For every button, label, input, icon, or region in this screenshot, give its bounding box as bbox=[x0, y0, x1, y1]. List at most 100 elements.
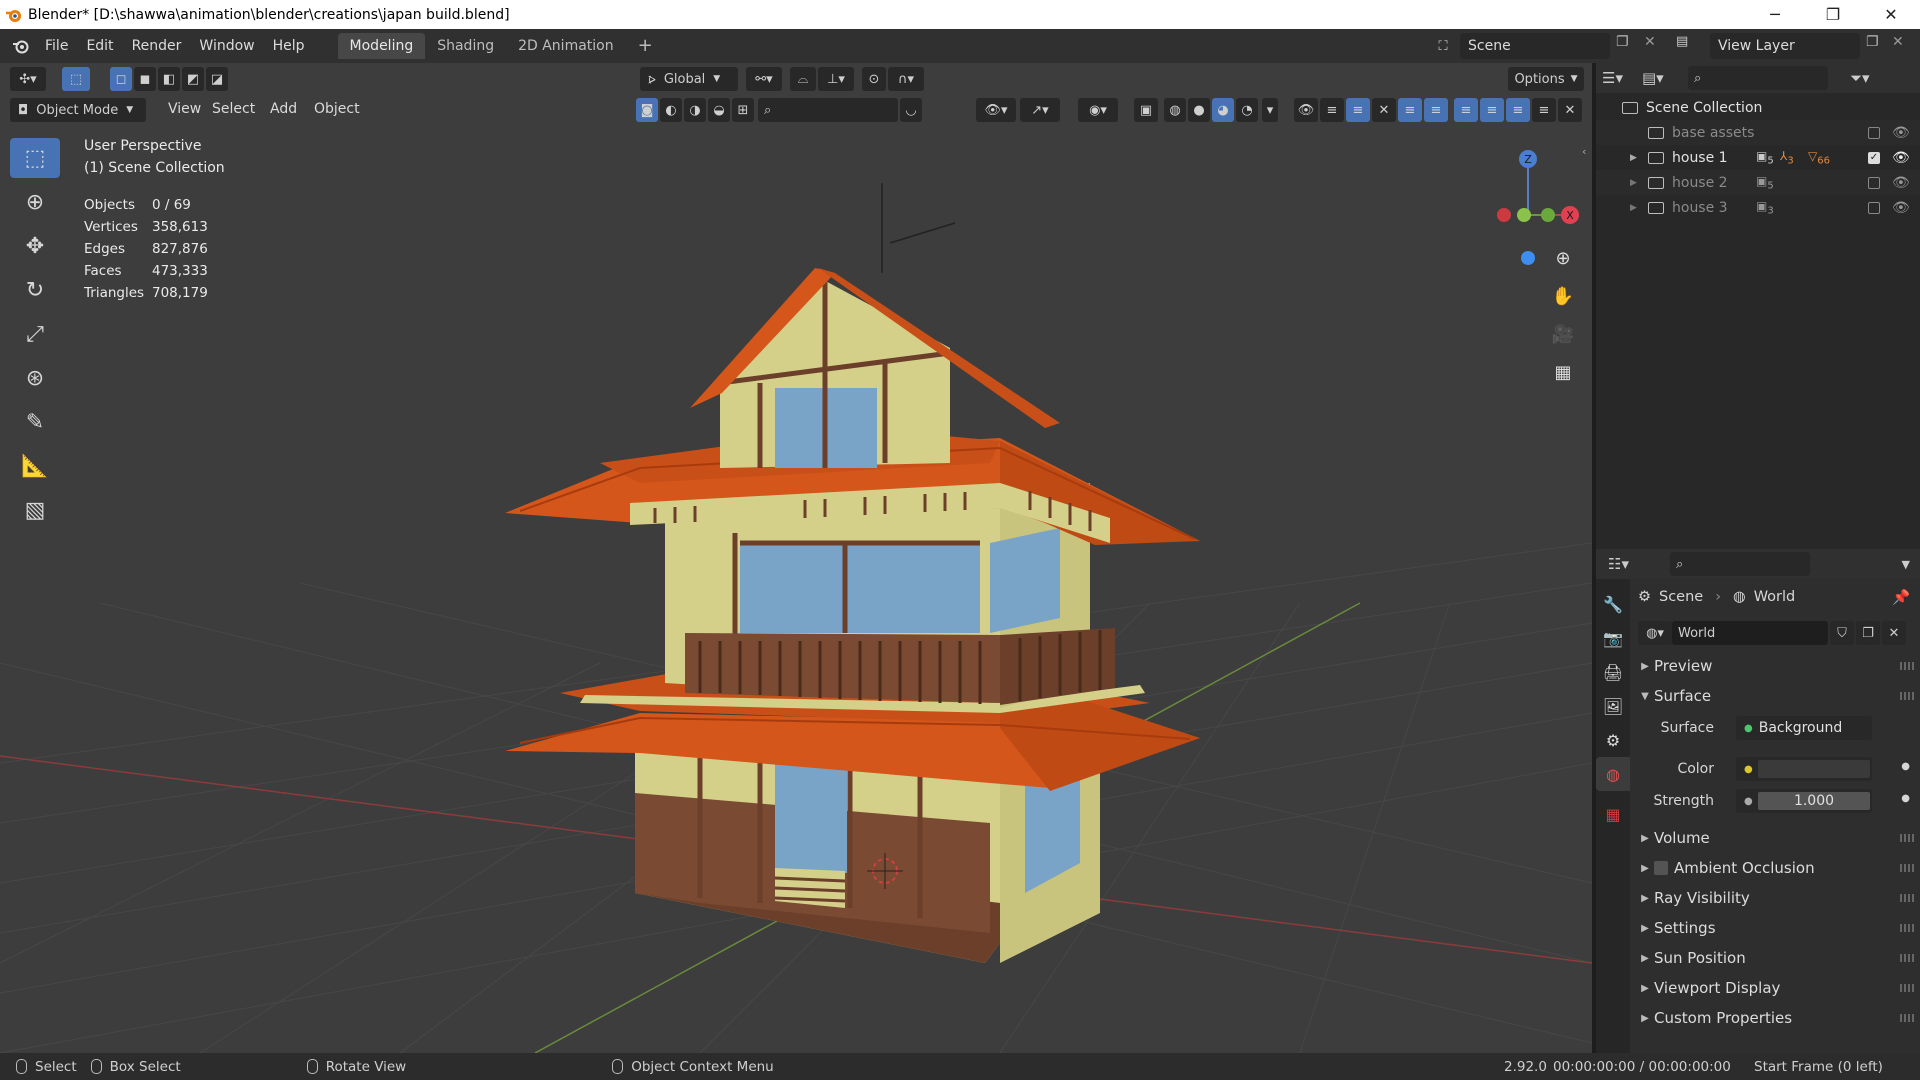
shading-material-icon[interactable]: ◕ bbox=[1212, 98, 1234, 122]
drag-grip-icon[interactable] bbox=[1900, 924, 1914, 932]
outliner-search-input[interactable]: ⌕ bbox=[1688, 66, 1828, 90]
drag-grip-icon[interactable] bbox=[1900, 834, 1914, 842]
menu-render[interactable]: Render bbox=[123, 34, 191, 58]
world-name-field[interactable]: World bbox=[1672, 621, 1828, 645]
snap-target-icon[interactable]: ⊥▾ bbox=[818, 67, 854, 91]
shading-wireframe-icon[interactable]: ◍ bbox=[1164, 98, 1186, 122]
eye-icon[interactable]: 👁 bbox=[1892, 125, 1910, 141]
keyframe-dot-icon[interactable]: ● bbox=[1901, 793, 1910, 804]
drag-grip-icon[interactable] bbox=[1900, 1014, 1914, 1022]
outliner-row-house-1[interactable]: ▶ house 1 ▣5 ⅄3 ▽66 ✓ 👁 bbox=[1596, 145, 1920, 170]
delete-scene-icon[interactable]: ✕ bbox=[1644, 34, 1664, 58]
hide-toggle-icon[interactable]: 👁 bbox=[1294, 98, 1318, 122]
shading-options-icon[interactable]: ▾ bbox=[1262, 98, 1278, 122]
output-tab-icon[interactable]: 🖨 bbox=[1596, 655, 1630, 689]
exclude-checkbox-checked[interactable]: ✓ bbox=[1868, 151, 1880, 164]
select-subtract-icon[interactable]: ◧ bbox=[158, 67, 180, 91]
menu-select[interactable]: Select bbox=[204, 101, 263, 117]
restore-button[interactable]: ❐ bbox=[1804, 0, 1862, 29]
shading-rendered-icon[interactable]: ◔ bbox=[1236, 98, 1258, 122]
strength-field[interactable]: ● 1.000 bbox=[1736, 789, 1872, 813]
display-mode-icon[interactable]: ▤▾ bbox=[1642, 69, 1682, 87]
texture-tab-icon[interactable]: ▦ bbox=[1596, 797, 1630, 831]
filter-camera-icon[interactable]: ◑ bbox=[684, 98, 706, 122]
cursor-tool-icon[interactable]: ⊕ bbox=[10, 182, 60, 222]
view-layer-selector[interactable]: View Layer bbox=[1710, 33, 1860, 59]
pan-hand-icon[interactable]: ✋ bbox=[1548, 281, 1578, 311]
overlay-toggle-icon[interactable]: ◉▾ bbox=[1078, 98, 1118, 122]
collection-toggle-7-icon[interactable]: ≡ bbox=[1480, 98, 1504, 122]
measure-tool-icon[interactable]: 📐 bbox=[10, 446, 60, 486]
panel-ambient-occlusion[interactable]: ▶ Ambient Occlusion bbox=[1630, 853, 1920, 883]
tool-tab-icon[interactable]: 🔧 bbox=[1596, 587, 1630, 621]
select-box-icon[interactable]: ⬚ bbox=[10, 138, 60, 178]
panel-volume[interactable]: ▶ Volume bbox=[1630, 823, 1920, 853]
properties-editor-icon[interactable]: ☷▾ bbox=[1608, 555, 1648, 573]
blender-menu-icon[interactable] bbox=[6, 38, 36, 54]
outliner-editor-icon[interactable]: ☰▾ bbox=[1602, 69, 1642, 87]
collection-toggle-3-icon[interactable]: ✕ bbox=[1372, 98, 1396, 122]
collection-toggle-6-icon[interactable]: ≡ bbox=[1454, 98, 1478, 122]
color-field[interactable]: ● bbox=[1736, 757, 1872, 781]
outliner-row-house-2[interactable]: ▶ house 2 ▣5 👁 bbox=[1596, 170, 1920, 195]
unlink-world-icon[interactable]: ✕ bbox=[1882, 621, 1906, 645]
outliner-row-base-assets[interactable]: base assets 👁 bbox=[1596, 120, 1920, 145]
close-button[interactable]: ✕ bbox=[1862, 0, 1920, 29]
collection-toggle-8-icon[interactable]: ≡ bbox=[1506, 98, 1530, 122]
select-invert-icon[interactable]: ◩ bbox=[182, 67, 204, 91]
filter-light-icon[interactable]: ◐ bbox=[660, 98, 682, 122]
filter-empty-icon[interactable]: ◒ bbox=[708, 98, 730, 122]
viewport-search-input[interactable]: ⌕ bbox=[758, 98, 898, 122]
snap-toggle-icon[interactable]: ⌓ bbox=[790, 67, 816, 91]
filter-icon[interactable]: ⏷▾ bbox=[1850, 69, 1870, 87]
drag-grip-icon[interactable] bbox=[1900, 864, 1914, 872]
scene-tab-icon[interactable]: ⚙ bbox=[1596, 723, 1630, 757]
proportional-edit-icon[interactable]: ⊙ bbox=[862, 67, 886, 91]
transform-orientation-dropdown[interactable]: ⦠ Global ▼ bbox=[640, 67, 738, 91]
world-tab-icon[interactable]: ◍ bbox=[1596, 757, 1630, 791]
drag-grip-icon[interactable] bbox=[1900, 954, 1914, 962]
collection-toggle-5-icon[interactable]: ≡ bbox=[1424, 98, 1448, 122]
expand-arrow-icon[interactable]: ▶ bbox=[1630, 153, 1648, 163]
eye-icon[interactable]: 👁 bbox=[1892, 150, 1910, 166]
collection-toggle-2-icon[interactable]: ≡ bbox=[1346, 98, 1370, 122]
annotate-tool-icon[interactable]: ✎ bbox=[10, 402, 60, 442]
panel-settings[interactable]: ▶ Settings bbox=[1630, 913, 1920, 943]
expand-arrow-icon[interactable]: ▶ bbox=[1630, 203, 1648, 213]
visibility-dropdown-icon[interactable]: 👁▾ bbox=[976, 98, 1016, 122]
minimize-button[interactable]: ─ bbox=[1746, 0, 1804, 29]
menu-object[interactable]: Object bbox=[306, 101, 368, 117]
exclude-checkbox[interactable] bbox=[1868, 126, 1880, 139]
collection-toggle-9-icon[interactable]: ≡ bbox=[1532, 98, 1556, 122]
world-browse-icon[interactable]: ◍▾ bbox=[1638, 621, 1672, 645]
exclude-checkbox[interactable] bbox=[1868, 176, 1880, 189]
new-view-layer-icon[interactable]: ❐ bbox=[1866, 34, 1888, 58]
drag-grip-icon[interactable] bbox=[1900, 692, 1914, 700]
ambient-occlusion-checkbox[interactable] bbox=[1654, 861, 1668, 875]
filter-reset-icon[interactable]: ◡ bbox=[900, 98, 922, 122]
tab-modeling[interactable]: Modeling bbox=[337, 33, 426, 59]
chevron-down-icon[interactable]: ▼ bbox=[1902, 558, 1910, 571]
fake-user-icon[interactable]: ⛉ bbox=[1830, 621, 1854, 645]
options-dropdown[interactable]: Options ▼ bbox=[1508, 67, 1584, 91]
panel-sun-position[interactable]: ▶ Sun Position bbox=[1630, 943, 1920, 973]
transform-tool-icon[interactable]: ⊛ bbox=[10, 358, 60, 398]
view-layer-icon[interactable]: ▤ bbox=[1676, 34, 1706, 58]
menu-edit[interactable]: Edit bbox=[77, 34, 122, 58]
drag-grip-icon[interactable] bbox=[1900, 984, 1914, 992]
add-cube-tool-icon[interactable]: ▧ bbox=[10, 490, 60, 530]
menu-add[interactable]: Add bbox=[262, 101, 305, 117]
panel-custom-properties[interactable]: ▶ Custom Properties bbox=[1630, 1003, 1920, 1033]
panel-viewport-display[interactable]: ▶ Viewport Display bbox=[1630, 973, 1920, 1003]
keyframe-dot-icon[interactable]: ● bbox=[1901, 761, 1910, 772]
pin-icon[interactable]: 📌 bbox=[1892, 589, 1910, 606]
panel-preview[interactable]: ▶ Preview bbox=[1630, 651, 1920, 681]
collection-toggle-1-icon[interactable]: ≡ bbox=[1320, 98, 1344, 122]
menu-file[interactable]: File bbox=[36, 34, 77, 58]
strength-value[interactable]: 1.000 bbox=[1758, 792, 1870, 810]
select-extend-icon[interactable]: ◼ bbox=[134, 67, 156, 91]
add-workspace-button[interactable]: + bbox=[626, 33, 665, 59]
eye-icon[interactable]: 👁 bbox=[1892, 175, 1910, 191]
ortho-grid-icon[interactable]: ▦ bbox=[1548, 357, 1578, 387]
select-new-icon[interactable]: ◻ bbox=[110, 67, 132, 91]
